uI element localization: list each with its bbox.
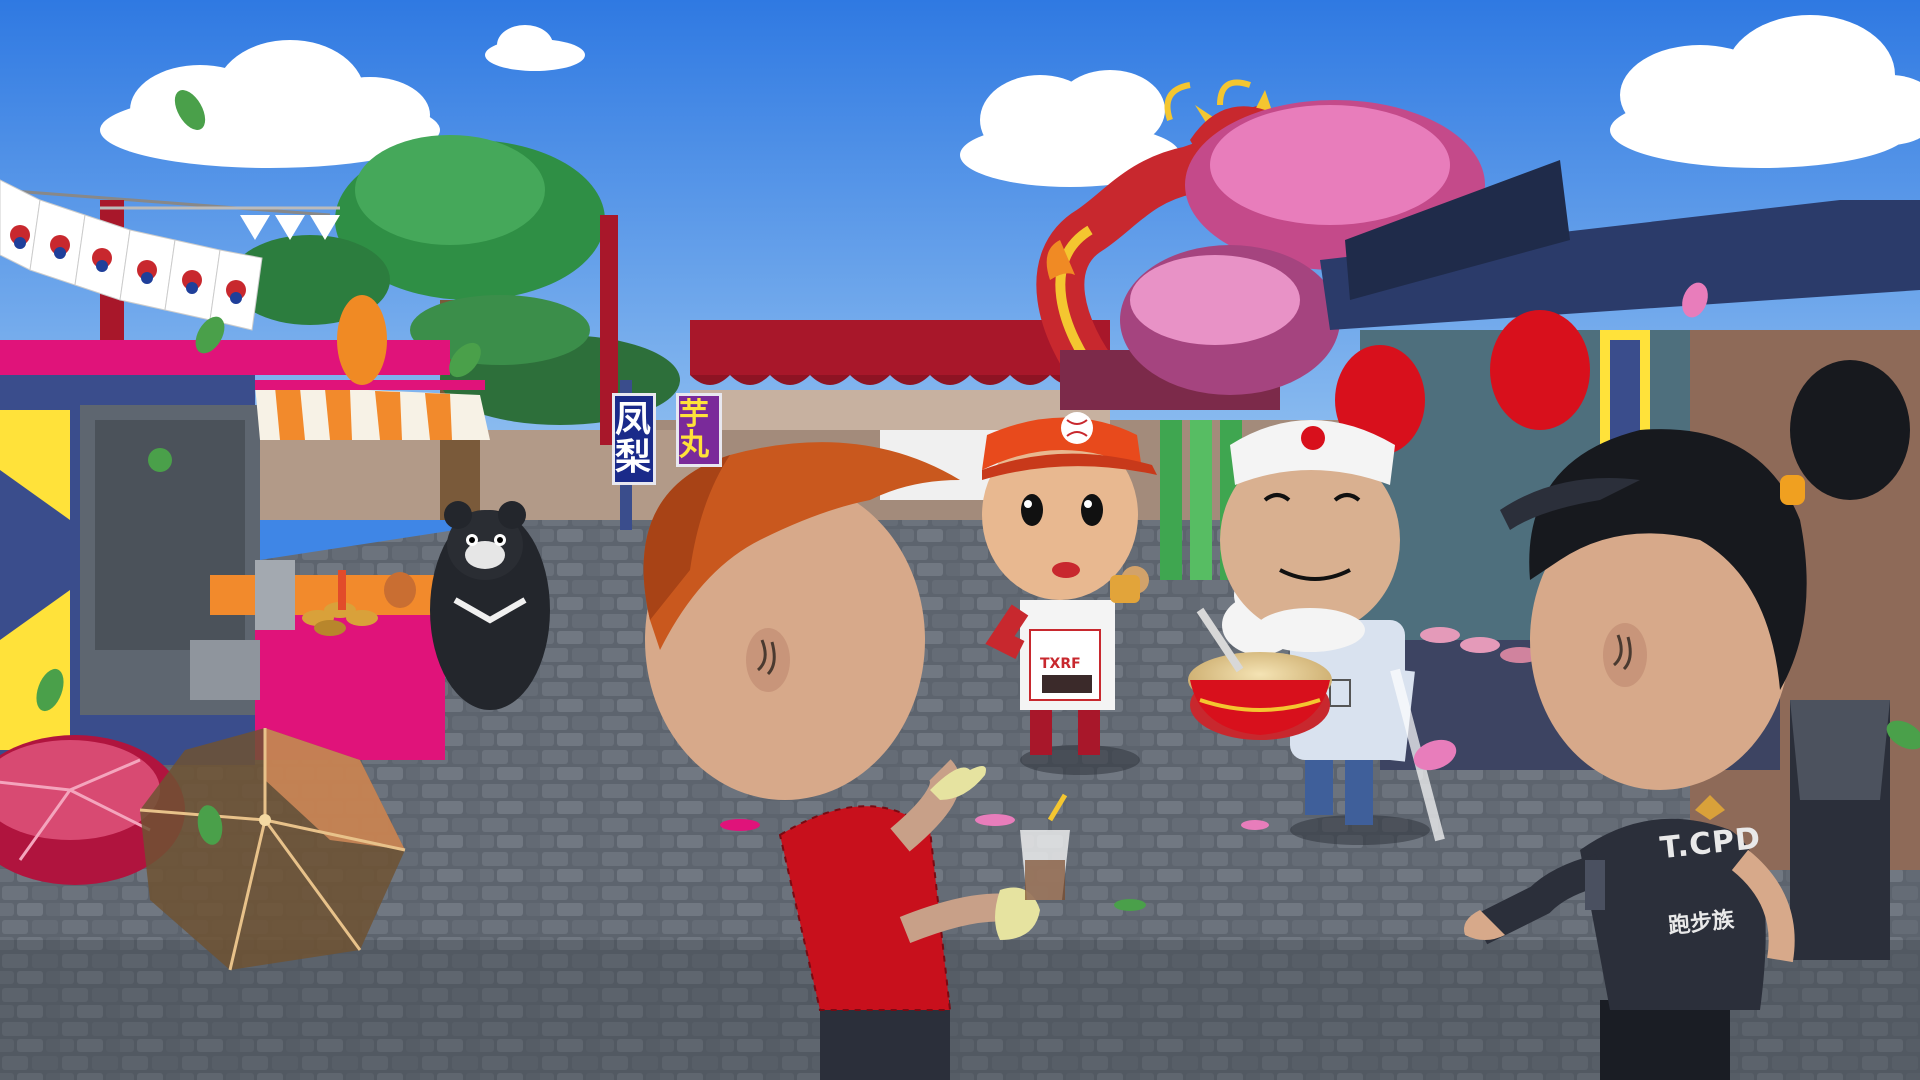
pink-rock [1120,245,1340,395]
orange-sign [337,295,387,385]
svg-text:TXRF: TXRF [1040,656,1081,672]
pineapple-sign: 凤梨 [612,393,656,485]
scene-canvas: TXRF [0,0,1920,1080]
taro-ball-sign: 芋丸 [676,393,722,467]
striped-awning [255,380,490,440]
runner-shirt-subtext: 跑步族 [1667,907,1736,940]
game-scene: TXRF 凤梨 芋丸 T.CPD 跑步族 [0,0,1920,1080]
